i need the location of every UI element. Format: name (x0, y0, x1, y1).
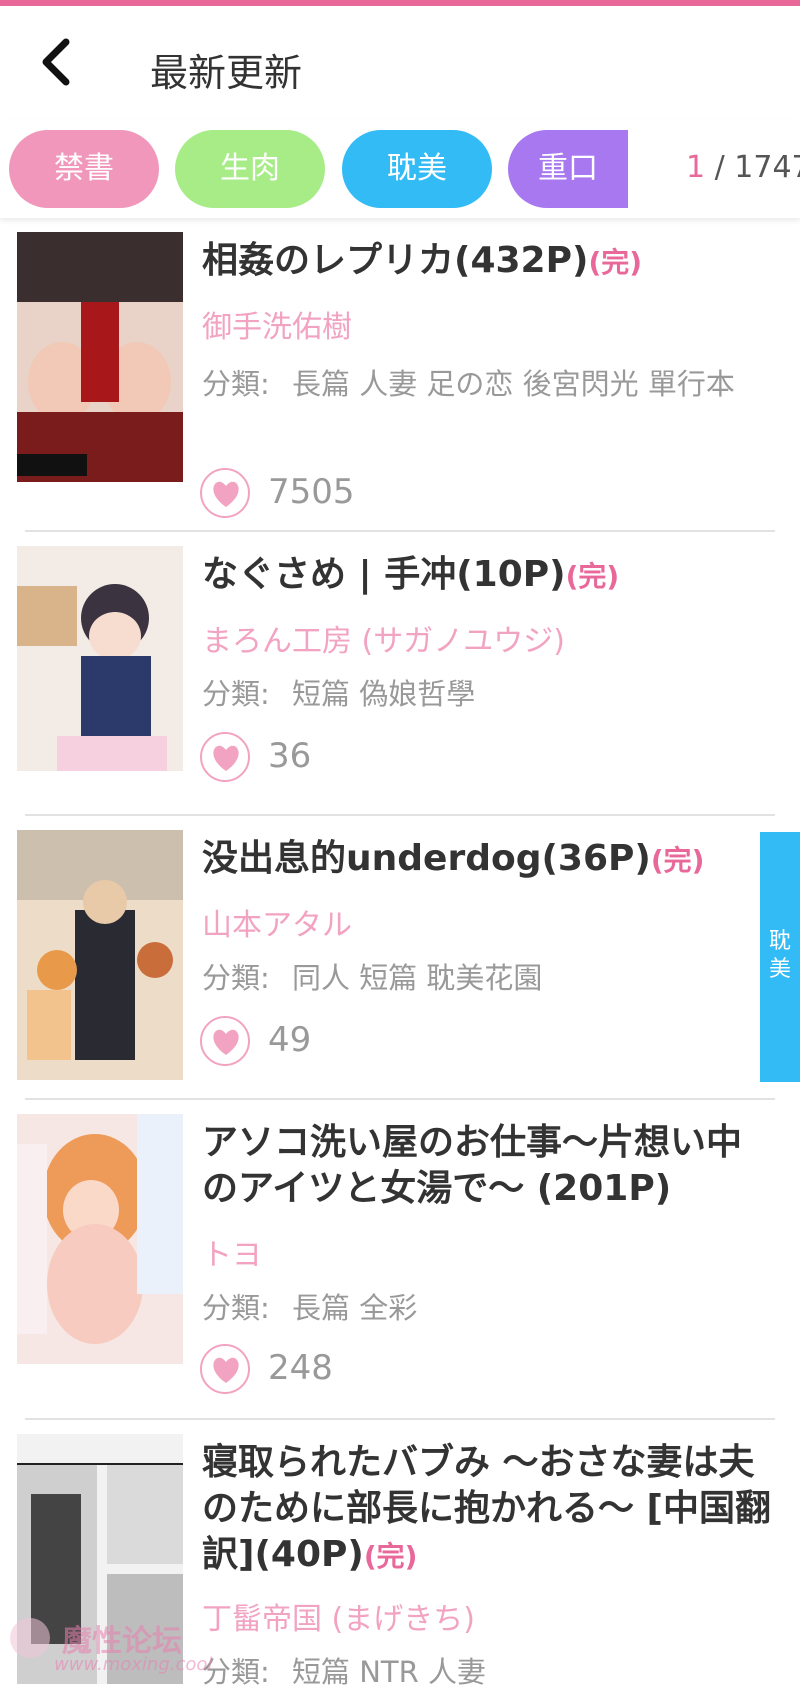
comic-title-text: アソコ洗い屋のお仕事～片想い中のアイツと女湯で～ (201P) (202, 1122, 743, 1209)
like-count: 36 (268, 736, 312, 776)
cover-image[interactable] (17, 830, 183, 1080)
completed-badge: (完) (363, 1540, 418, 1573)
comic-title[interactable]: アソコ洗い屋のお仕事～片想い中のアイツと女湯で～ (201P) (202, 1120, 772, 1212)
comic-title-text: 相姦のレプリカ(432P) (202, 240, 589, 281)
list-item[interactable]: 相姦のレプリカ(432P)(完) 御手洗佑樹 分類: 長篇 人妻 足の恋 後宮閃光… (0, 218, 800, 532)
comic-title-text: 没出息的underdog(36P) (202, 838, 651, 879)
like-count: 7505 (268, 472, 355, 512)
cover-image[interactable] (17, 1114, 183, 1364)
comic-title-text: 寝取られたバブみ ～おさな妻は夫のために部長に抱かれる～ [中国翻訳](40P) (202, 1442, 771, 1575)
heart-icon (200, 1016, 250, 1066)
like-count: 248 (268, 1348, 333, 1388)
category-line: 分類: 短篇 NTR 人妻 (202, 1652, 762, 1692)
author-name[interactable]: まろん工房 (サガノユウジ) (202, 616, 565, 660)
author-name[interactable]: 丁髷帝国 (まげきち) (202, 1594, 475, 1638)
category-label: 分類: (202, 961, 270, 995)
category-tags: 長篇 全彩 (292, 1291, 418, 1325)
comic-title[interactable]: 相姦のレプリカ(432P)(完) (202, 238, 772, 286)
author-name[interactable]: 山本アタル (202, 900, 352, 944)
chevron-left-icon (42, 38, 70, 86)
heart-icon (200, 1344, 250, 1394)
watermark: 魔性论坛 www.moxing.cool (10, 1612, 213, 1692)
tab-heavy[interactable]: 重口 (508, 130, 628, 208)
author-name[interactable]: トヨ (202, 1230, 262, 1274)
like-count: 49 (268, 1020, 312, 1060)
category-line: 分類: 短篇 偽娘哲學 (202, 674, 762, 714)
comic-title[interactable]: 没出息的underdog(36P)(完) (202, 836, 772, 884)
page-indicator: 1 / 1747 (686, 150, 800, 185)
category-tags: 短篇 偽娘哲學 (292, 677, 476, 711)
category-tags: 長篇 人妻 足の恋 後宮閃光 單行本 (292, 367, 735, 401)
comic-title-text: なぐさめ | 手冲(10P) (202, 554, 566, 595)
category-tags: 短篇 NTR 人妻 (292, 1655, 486, 1689)
side-tag-label: 耽美 (768, 929, 791, 982)
completed-badge: (完) (588, 246, 643, 279)
comic-title[interactable]: なぐさめ | 手冲(10P)(完) (202, 552, 772, 600)
watermark-url: www.moxing.cool (54, 1654, 213, 1675)
list-item[interactable]: アソコ洗い屋のお仕事～片想い中のアイツと女湯で～ (201P) トヨ 分類: 長篇… (0, 1100, 800, 1420)
category-tags: 同人 短篇 耽美花園 (292, 961, 543, 995)
tab-forbidden[interactable]: 禁書 (9, 130, 159, 208)
side-tag-bl[interactable]: 耽美 (760, 832, 800, 1082)
tab-raw[interactable]: 生肉 (175, 130, 325, 208)
total-pages: 1747 (734, 150, 800, 185)
list-item[interactable]: なぐさめ | 手冲(10P)(完) まろん工房 (サガノユウジ) 分類: 短篇 偽… (0, 532, 800, 816)
current-page: 1 (686, 150, 706, 185)
page-title: 最新更新 (150, 51, 303, 95)
category-label: 分類: (202, 677, 270, 711)
cover-image[interactable] (17, 232, 183, 482)
category-line: 分類: 長篇 全彩 (202, 1288, 762, 1328)
list-item[interactable]: 没出息的underdog(36P)(完) 山本アタル 分類: 同人 短篇 耽美花園… (0, 816, 800, 1100)
cover-image[interactable] (17, 546, 183, 796)
comic-title[interactable]: 寝取られたバブみ ～おさな妻は夫のために部長に抱かれる～ [中国翻訳](40P)… (202, 1440, 772, 1580)
category-line: 分類: 同人 短篇 耽美花園 (202, 958, 762, 998)
back-button[interactable] (30, 32, 90, 92)
category-label: 分類: (202, 1291, 270, 1325)
header: 最新更新 (0, 6, 800, 126)
category-label: 分類: (202, 367, 270, 401)
tab-bl[interactable]: 耽美 (342, 130, 492, 208)
category-tabs: 禁書 生肉 耽美 重口 1 / 1747 (0, 120, 800, 218)
completed-badge: (完) (565, 560, 620, 593)
heart-icon (200, 732, 250, 782)
author-name[interactable]: 御手洗佑樹 (202, 302, 352, 346)
watermark-logo-icon (10, 1618, 50, 1658)
category-line: 分類: 長篇 人妻 足の恋 後宮閃光 單行本 (202, 364, 762, 404)
page-separator: / (705, 150, 735, 185)
completed-badge: (完) (650, 844, 705, 877)
heart-icon (200, 468, 250, 518)
